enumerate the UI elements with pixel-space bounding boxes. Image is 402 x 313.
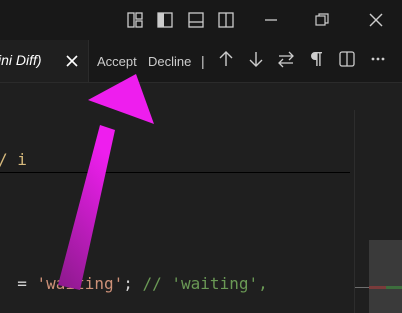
arrow-up-icon[interactable] bbox=[217, 50, 235, 68]
minimize-icon[interactable] bbox=[261, 10, 281, 30]
editor-tab[interactable]: ini Diff) bbox=[0, 40, 89, 82]
split-editor-icon[interactable] bbox=[338, 50, 356, 68]
accept-button[interactable]: Accept bbox=[97, 54, 137, 69]
code-semicolon: ; bbox=[123, 274, 143, 293]
minimap-deletion-marker bbox=[369, 286, 386, 289]
restore-icon[interactable] bbox=[312, 10, 332, 30]
code-string: 'waiting' bbox=[36, 274, 124, 293]
toggle-primary-sidebar-icon[interactable] bbox=[155, 10, 175, 30]
toolbar-separator: | bbox=[201, 53, 205, 69]
code-comment: // 'waiting', bbox=[142, 274, 268, 293]
decline-button[interactable]: Decline bbox=[148, 54, 191, 69]
pilcrow-icon[interactable] bbox=[307, 50, 325, 68]
minimap-slider[interactable] bbox=[369, 240, 402, 313]
more-actions-icon[interactable] bbox=[369, 50, 387, 68]
title-bar bbox=[0, 0, 402, 40]
customize-layout-icon[interactable] bbox=[125, 10, 145, 30]
close-icon[interactable] bbox=[366, 10, 386, 30]
editor-ruler bbox=[354, 110, 355, 313]
code-line-fragment: / i bbox=[0, 150, 27, 169]
overview-ruler-marker bbox=[355, 287, 369, 288]
toggle-secondary-sidebar-icon[interactable] bbox=[216, 10, 236, 30]
code-line: = 'waiting'; // 'waiting', bbox=[0, 255, 268, 293]
tab-close-icon[interactable] bbox=[64, 53, 80, 69]
toggle-panel-icon[interactable] bbox=[186, 10, 206, 30]
tab-label: ini Diff) bbox=[0, 52, 42, 68]
code-assign: = bbox=[17, 274, 37, 293]
current-line-indicator bbox=[0, 172, 350, 173]
arrow-down-icon[interactable] bbox=[247, 50, 265, 68]
swap-icon[interactable] bbox=[277, 50, 295, 68]
minimap-addition-marker bbox=[386, 286, 402, 289]
